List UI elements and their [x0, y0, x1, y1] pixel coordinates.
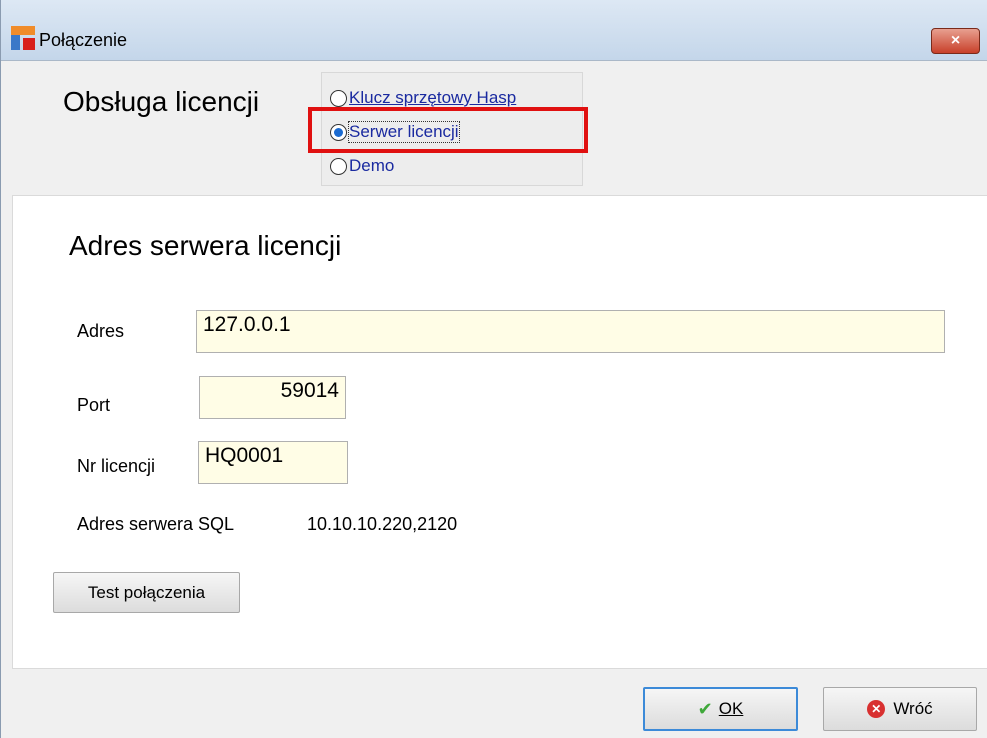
test-connection-button[interactable]: Test połączenia — [53, 572, 240, 613]
port-input[interactable]: 59014 — [199, 376, 346, 419]
ok-label: OK — [718, 699, 744, 718]
back-label: Wróć — [893, 699, 933, 718]
dialog-window: Połączenie × Obsługa licencji Klucz sprz… — [0, 0, 987, 738]
ok-button[interactable]: ✔ OK — [643, 687, 798, 731]
radio-circle — [330, 157, 347, 175]
license-number-input[interactable]: HQ0001 — [198, 441, 348, 484]
cancel-icon: ✕ — [867, 700, 886, 718]
back-button[interactable]: ✕ Wróć — [823, 687, 977, 731]
radio-label: Demo — [349, 156, 395, 175]
radio-demo[interactable]: Demo — [330, 155, 394, 177]
close-icon: × — [950, 32, 961, 49]
highlight-annotation — [308, 107, 588, 153]
sql-server-label: Adres serwera SQL — [77, 514, 235, 534]
license-handling-label: Obsługa licencji — [63, 86, 260, 117]
address-input[interactable]: 127.0.0.1 — [196, 310, 945, 353]
checkmark-icon: ✔ — [697, 698, 713, 719]
license-number-label: Nr licencji — [77, 456, 156, 476]
app-icon — [11, 26, 35, 50]
title-bar: Połączenie × — [1, 0, 987, 61]
test-connection-label: Test połączenia — [87, 582, 206, 602]
window-title: Połączenie — [39, 30, 128, 50]
radio-label: Klucz sprzętowy Hasp — [349, 88, 517, 107]
panel-title: Adres serwera licencji — [69, 230, 342, 261]
radio-circle — [330, 89, 347, 107]
sql-server-value: 10.10.10.220,2120 — [307, 514, 458, 534]
radio-hasp-key[interactable]: Klucz sprzętowy Hasp — [330, 87, 516, 109]
port-label: Port — [77, 395, 111, 415]
close-button[interactable]: × — [931, 28, 980, 54]
address-label: Adres — [77, 321, 125, 341]
